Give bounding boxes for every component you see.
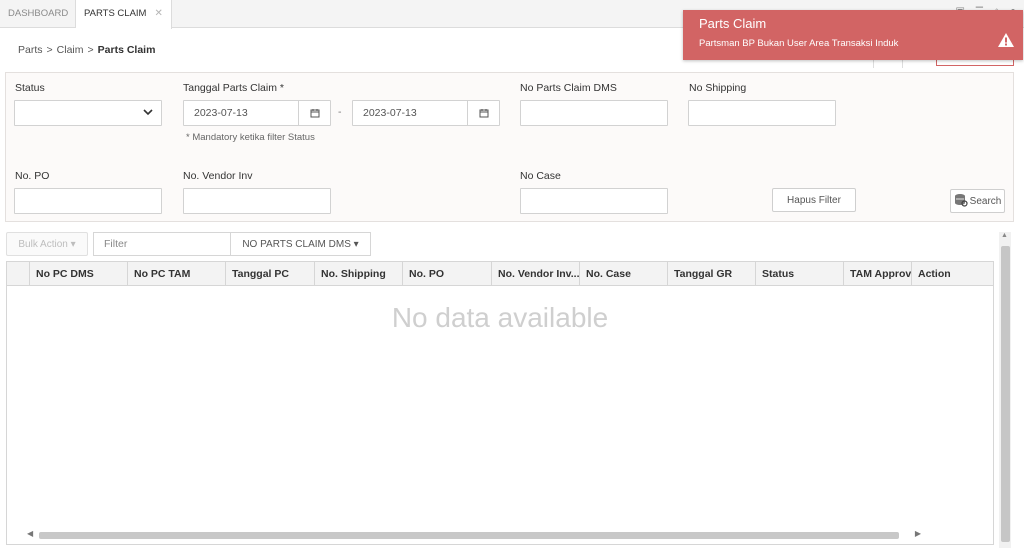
tanggal-label: Tanggal Parts Claim * [183,82,284,94]
warning-icon [997,32,1015,51]
no-case-input[interactable] [520,188,668,214]
breadcrumb: Parts > Claim > Parts Claim [18,44,155,56]
hidden-action-button[interactable] [936,60,1014,66]
hidden-toolbar-button[interactable] [873,60,903,68]
horizontal-scrollbar[interactable]: ◀ ▶ [27,529,921,540]
date-to-value: 2023-07-13 [363,107,417,119]
search-button[interactable]: Search [950,189,1005,213]
database-search-icon [954,193,968,210]
breadcrumb-current: Parts Claim [97,44,156,56]
scroll-right-icon[interactable]: ▶ [915,529,921,538]
tab-dashboard-label: DASHBOARD [8,8,69,19]
hapus-filter-button[interactable]: Hapus Filter [772,188,856,212]
tab-parts-claim[interactable]: PARTS CLAIM ✕ [76,0,172,29]
filter-panel: Status Tanggal Parts Claim * 2023-07-13 … [5,72,1014,222]
empty-state: No data available [391,302,609,333]
breadcrumb-separator: > [46,44,53,56]
mandatory-note: * Mandatory ketika filter Status [186,132,315,143]
breadcrumb-item-claim[interactable]: Claim [57,44,84,56]
toast-title: Parts Claim [699,16,767,31]
search-label: Search [969,195,1002,207]
scroll-up-icon[interactable]: ▲ [1001,232,1008,239]
tab-parts-claim-label: PARTS CLAIM [84,8,147,19]
breadcrumb-item-parts[interactable]: Parts [18,44,43,56]
calendar-icon[interactable] [298,101,330,125]
date-to-input[interactable]: 2023-07-13 [352,100,500,126]
column-header[interactable]: Action [911,262,993,286]
bulk-action-label: Bulk Action ▾ [18,238,76,250]
vertical-scrollbar[interactable]: ▲ [999,232,1011,548]
date-from-input[interactable]: 2023-07-13 [183,100,331,126]
column-header[interactable]: No. PO [402,262,491,286]
column-header[interactable]: No PC DMS [29,262,127,286]
grid-filter-placeholder: Filter [104,238,128,250]
column-header[interactable]: Status [755,262,843,286]
data-grid: No PC DMS No PC TAM Tanggal PC No. Shipp… [6,261,994,545]
scroll-left-icon[interactable]: ◀ [27,529,33,538]
column-header[interactable]: Tanggal GR [667,262,755,286]
column-header[interactable]: No PC TAM [127,262,225,286]
no-case-label: No Case [520,170,561,182]
date-from-value: 2023-07-13 [194,107,248,119]
date-separator: - [338,106,342,118]
filter-column-label: NO PARTS CLAIM DMS ▾ [242,238,359,250]
no-shipping-input[interactable] [688,100,836,126]
bulk-action-button[interactable]: Bulk Action ▾ [6,232,88,256]
scrollbar-thumb[interactable] [1001,246,1010,542]
column-header[interactable]: Tanggal PC [225,262,314,286]
column-header[interactable]: No. Case [579,262,667,286]
breadcrumb-separator: > [87,44,94,56]
no-shipping-label: No Shipping [689,82,747,94]
hapus-filter-label: Hapus Filter [787,194,841,206]
calendar-icon[interactable] [467,101,499,125]
status-label: Status [15,82,45,94]
status-select[interactable] [14,100,162,126]
select-all-column[interactable] [7,262,29,286]
error-toast[interactable]: Parts Claim Partsman BP Bukan User Area … [683,10,1023,60]
chevron-down-icon [143,107,153,120]
no-po-label: No. PO [15,170,50,182]
column-header[interactable]: TAM Approval [843,262,911,286]
toast-message: Partsman BP Bukan User Area Transaksi In… [699,38,899,49]
tab-dashboard[interactable]: DASHBOARD [0,0,76,28]
grid-filter-input[interactable]: Filter [93,232,231,256]
grid-header: No PC DMS No PC TAM Tanggal PC No. Shipp… [7,262,993,286]
no-pc-dms-label: No Parts Claim DMS [520,82,617,94]
column-header[interactable]: No. Vendor Inv.... [491,262,579,286]
no-pc-dms-input[interactable] [520,100,668,126]
no-vendor-inv-input[interactable] [183,188,331,214]
filter-column-dropdown[interactable]: NO PARTS CLAIM DMS ▾ [230,232,371,256]
column-header[interactable]: No. Shipping [314,262,402,286]
no-vendor-inv-label: No. Vendor Inv [183,170,253,182]
scrollbar-thumb[interactable] [39,532,899,539]
close-icon[interactable]: ✕ [154,8,162,19]
no-po-input[interactable] [14,188,162,214]
